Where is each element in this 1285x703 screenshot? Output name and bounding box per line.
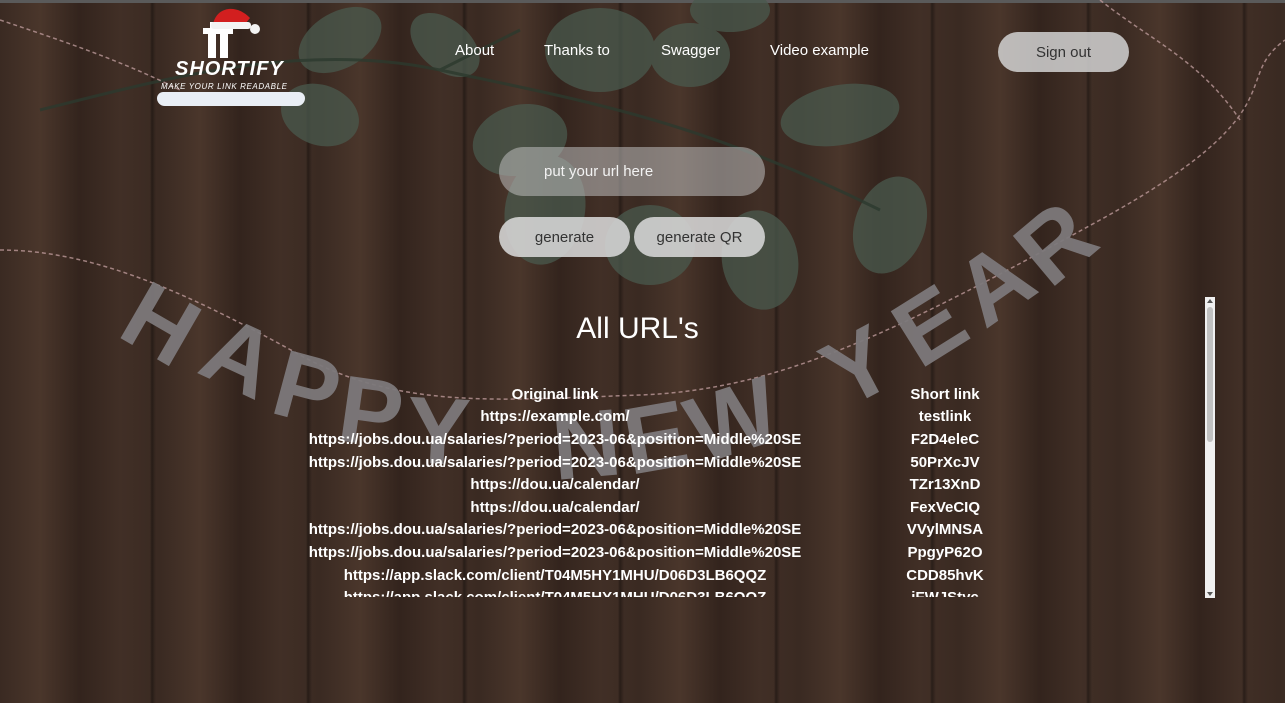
urls-table-container[interactable]: Original link Short link https://example… [300,383,1205,597]
urls-table: Original link Short link https://example… [300,383,1080,597]
original-link[interactable]: https://jobs.dou.ua/salaries/?period=202… [300,541,810,564]
all-urls-title: All URL's [576,312,699,345]
table-row: https://app.slack.com/client/T04M5HY1MHU… [300,586,1080,597]
generate-button[interactable]: generate [499,217,630,257]
scroll-down-icon[interactable] [1207,592,1213,596]
table-row: https://jobs.dou.ua/salaries/?period=202… [300,428,1080,451]
short-link[interactable]: CDD85hvK [810,564,1080,587]
short-link[interactable]: TZr13XnD [810,473,1080,496]
brand-tagline: MAKE YOUR LINK READABLE [161,82,288,91]
generate-qr-button[interactable]: generate QR [634,217,765,257]
original-link[interactable]: https://app.slack.com/client/T04M5HY1MHU… [300,564,810,587]
original-link[interactable]: https://jobs.dou.ua/salaries/?period=202… [300,519,810,542]
original-link[interactable]: https://dou.ua/calendar/ [300,473,810,496]
nav-link-thanks-to[interactable]: Thanks to [544,42,610,59]
scroll-up-icon[interactable] [1207,299,1213,303]
original-link[interactable]: https://app.slack.com/client/T04M5HY1MHU… [300,586,810,597]
shortify-logo[interactable]: SHORTIFY MAKE YOUR LINK READABLE [155,4,307,108]
short-link[interactable]: testlink [810,406,1080,429]
scroll-thumb[interactable] [1207,307,1213,442]
short-link[interactable]: PpgyP62O [810,541,1080,564]
original-link[interactable]: https://jobs.dou.ua/salaries/?period=202… [300,451,810,474]
table-row: https://app.slack.com/client/T04M5HY1MHU… [300,564,1080,587]
table-row: https://dou.ua/calendar/ FexVeCIQ [300,496,1080,519]
table-row: https://jobs.dou.ua/salaries/?period=202… [300,519,1080,542]
column-header-original: Original link [511,385,599,403]
short-link[interactable]: FexVeCIQ [810,496,1080,519]
url-input[interactable] [499,147,765,196]
short-link[interactable]: VVylMNSA [810,519,1080,542]
banner-letter: R [995,181,1116,306]
snow-decoration [157,92,305,106]
table-row: https://jobs.dou.ua/salaries/?period=202… [300,451,1080,474]
sign-out-button[interactable]: Sign out [998,32,1129,72]
top-border [0,0,1285,3]
original-link[interactable]: https://jobs.dou.ua/salaries/?period=202… [300,428,810,451]
table-row: https://example.com/ testlink [300,406,1080,429]
nav-link-swagger[interactable]: Swagger [661,42,720,59]
column-header-short: Short link [910,385,980,403]
urls-scrollbar[interactable] [1205,297,1215,598]
original-link[interactable]: https://example.com/ [300,406,810,429]
table-row: https://dou.ua/calendar/ TZr13XnD [300,473,1080,496]
short-link[interactable]: F2D4eleC [810,428,1080,451]
nav-link-about[interactable]: About [455,42,494,59]
santa-hat-icon [203,8,260,58]
table-row: https://jobs.dou.ua/salaries/?period=202… [300,541,1080,564]
short-link[interactable]: 50PrXcJV [810,451,1080,474]
short-link[interactable]: iFWJStyc [810,586,1080,597]
nav-link-video-example[interactable]: Video example [770,42,869,59]
brand-name: SHORTIFY [175,58,284,80]
original-link[interactable]: https://dou.ua/calendar/ [300,496,810,519]
table-header-row: Original link Short link [300,383,1080,406]
